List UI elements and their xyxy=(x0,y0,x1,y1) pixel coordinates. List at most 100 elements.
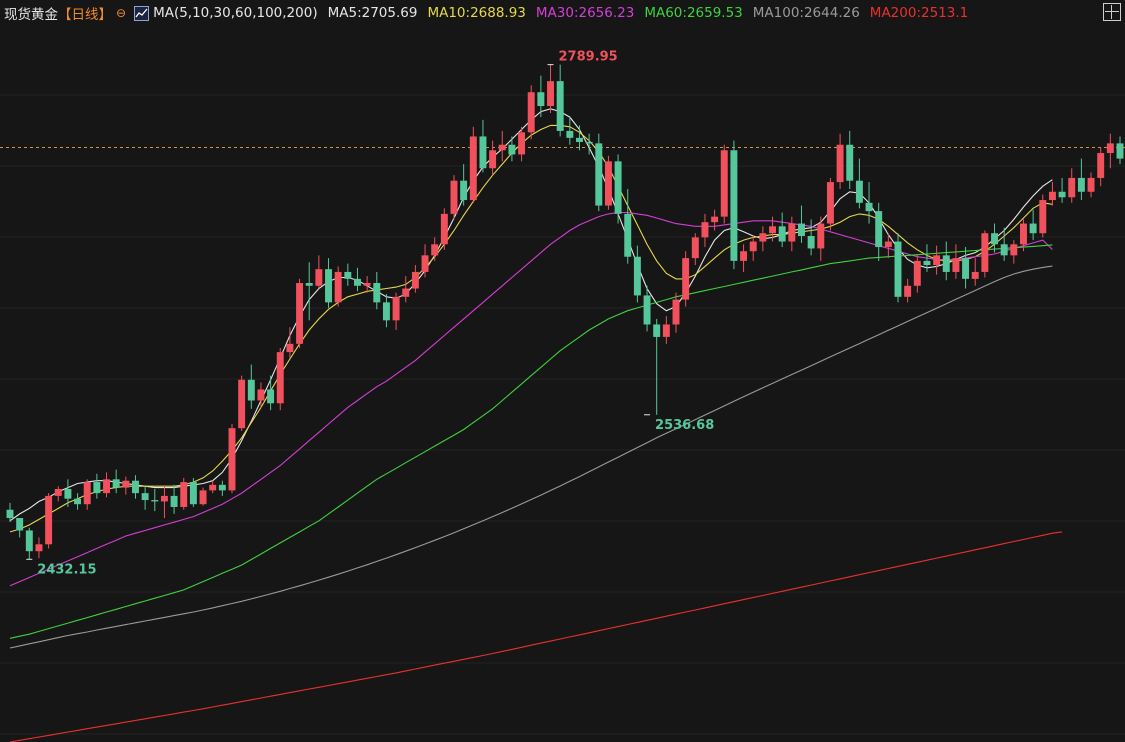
candle-body xyxy=(315,269,323,286)
candle-body xyxy=(633,256,641,296)
candle-body xyxy=(35,544,43,552)
candle-body xyxy=(662,324,670,337)
candle-body xyxy=(508,144,516,155)
candle-body xyxy=(913,260,921,286)
candle-body xyxy=(411,271,419,289)
candle-body xyxy=(614,161,622,214)
candle-body xyxy=(759,233,767,242)
candle-body xyxy=(450,180,458,214)
candle-body xyxy=(672,299,680,325)
candle-body xyxy=(778,226,786,242)
candle-body xyxy=(122,480,130,488)
candle-body xyxy=(247,379,255,401)
candle-body xyxy=(228,428,236,491)
candle-body xyxy=(1087,177,1095,192)
candle-body xyxy=(218,484,226,491)
ma100-line xyxy=(9,265,1053,649)
candle-body xyxy=(624,213,632,257)
candle-body xyxy=(1000,244,1008,256)
candle-body xyxy=(132,480,139,494)
candle-body xyxy=(402,288,410,297)
candle-body xyxy=(93,482,101,494)
candle-body xyxy=(836,144,844,183)
candle-body xyxy=(691,237,699,259)
candle-body xyxy=(537,92,545,107)
candle-body xyxy=(382,302,390,321)
candle-body xyxy=(711,216,719,223)
candle-body xyxy=(440,213,448,245)
candle-body xyxy=(1106,143,1114,154)
candle-body xyxy=(160,495,168,502)
ma60-line xyxy=(9,244,1053,639)
candle-body xyxy=(730,150,738,261)
candle-body xyxy=(653,324,661,337)
candle-body xyxy=(276,352,284,404)
candle-body xyxy=(518,132,526,155)
candle-body xyxy=(469,136,477,201)
candle-body xyxy=(798,223,805,236)
candle-body xyxy=(643,295,651,325)
candle-body xyxy=(952,258,960,272)
candle-body xyxy=(238,379,246,429)
candle-body xyxy=(141,493,149,501)
ma5-line xyxy=(9,108,1053,522)
candle-body xyxy=(807,235,815,249)
candle-body xyxy=(1010,244,1018,256)
candle-body xyxy=(817,223,825,249)
candle-body xyxy=(6,509,14,519)
candle-body xyxy=(1097,153,1105,178)
low-price-label: 2432.15 xyxy=(37,562,96,577)
candle-body xyxy=(267,389,275,404)
candle-body xyxy=(527,92,535,133)
candle-body xyxy=(855,180,863,203)
candle-body xyxy=(103,479,110,494)
candle-body xyxy=(373,283,381,303)
candle-body xyxy=(865,202,873,212)
candle-body xyxy=(1058,191,1066,198)
candle-body xyxy=(363,283,371,286)
candle-body xyxy=(942,255,950,272)
candle-body xyxy=(826,182,834,224)
candle-body xyxy=(199,490,207,505)
candle-body xyxy=(1077,177,1085,192)
candle-body xyxy=(489,150,497,169)
candle-body xyxy=(74,498,82,505)
candle-body xyxy=(904,285,912,297)
candle-body xyxy=(25,530,33,552)
candle-body xyxy=(585,141,593,144)
candle-body xyxy=(45,495,53,545)
candle-body xyxy=(884,241,892,248)
candle-body xyxy=(1048,191,1056,201)
candle-body xyxy=(344,271,352,279)
candle-body xyxy=(498,144,506,151)
candle-body xyxy=(54,488,62,496)
candle-body xyxy=(421,255,429,272)
candle-body xyxy=(971,271,979,279)
candle-body xyxy=(923,260,931,266)
candle-body xyxy=(933,255,941,266)
candle-body xyxy=(740,251,748,261)
candle-body xyxy=(749,241,757,252)
candle-body xyxy=(64,488,72,499)
candle-body xyxy=(151,500,159,502)
candle-body xyxy=(769,226,776,234)
candle-body xyxy=(1039,200,1047,234)
candle-body xyxy=(431,244,439,256)
candlestick-chart[interactable]: 2789.95 2536.68 2432.15 xyxy=(0,0,1125,742)
candle-body xyxy=(170,495,178,507)
candle-body xyxy=(1029,223,1037,234)
candle-body xyxy=(788,223,796,242)
candle-body xyxy=(209,484,217,491)
candle-body xyxy=(460,180,468,201)
candle-body xyxy=(354,278,361,286)
candle-body xyxy=(720,150,728,217)
candle-body xyxy=(595,143,603,206)
candle-body xyxy=(875,211,883,248)
candle-body xyxy=(576,137,583,142)
candle-body xyxy=(962,258,970,279)
candle-body xyxy=(894,241,902,297)
candle-body xyxy=(1116,143,1124,159)
candle-body xyxy=(1020,223,1027,245)
candle-body xyxy=(392,296,400,321)
candle-body xyxy=(189,482,197,505)
